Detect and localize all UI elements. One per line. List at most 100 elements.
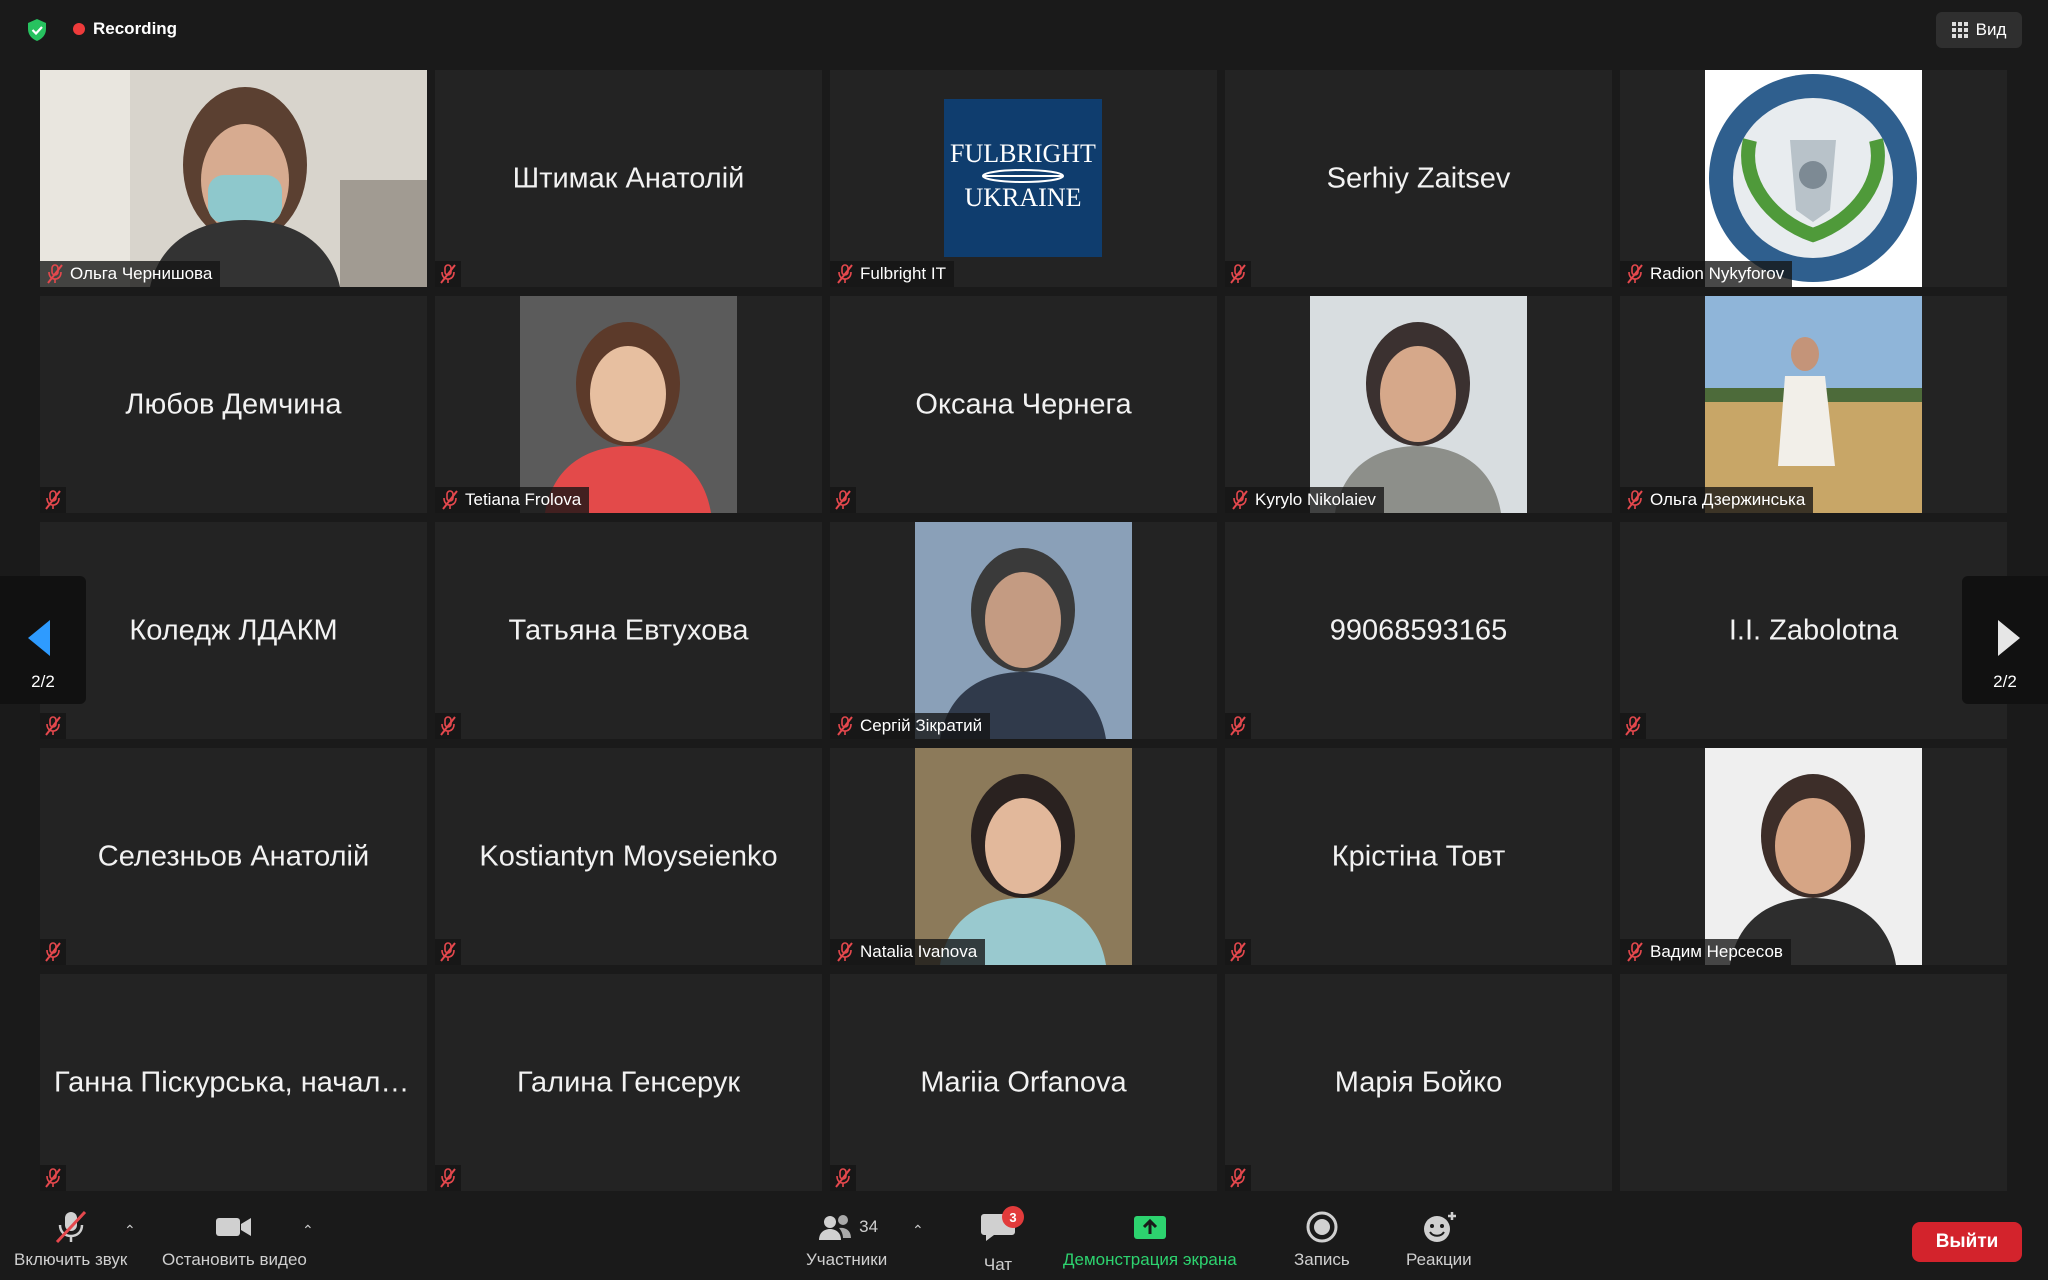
participant-name: I.I. Zabolotna	[1728, 614, 1899, 646]
participant-tile[interactable]: 99068593165	[1225, 522, 1612, 739]
muted-microphone-icon	[835, 490, 851, 510]
recording-label: Recording	[93, 19, 178, 38]
participant-mute-indicator	[435, 939, 461, 965]
participant-tile[interactable]: Галина Генсерук	[435, 974, 822, 1191]
participant-video-frame	[1620, 296, 2007, 513]
participant-tile[interactable]: Ганна Піскурська, началь...	[40, 974, 427, 1191]
muted-microphone-icon	[47, 264, 63, 284]
participant-tile[interactable]: Вадим Нерсесов	[1620, 748, 2007, 965]
participant-name: 99068593165	[1329, 614, 1508, 646]
video-options-chevron-icon[interactable]: ⌃	[302, 1222, 314, 1239]
participant-mute-indicator	[40, 487, 66, 513]
participant-video-frame	[435, 296, 822, 513]
unmute-button[interactable]: Включить звук	[14, 1210, 127, 1270]
participants-icon	[819, 1215, 852, 1240]
reactions-label: Реакции	[1406, 1250, 1472, 1269]
share-screen-button[interactable]: Демонстрация экрана	[1063, 1210, 1237, 1270]
muted-microphone-icon	[1230, 716, 1246, 736]
participant-tile[interactable]: Крістіна Товт	[1225, 748, 1612, 965]
participant-name: Natalia Ivanova	[860, 942, 978, 961]
participant-tile[interactable]: Сергій Зікратий	[830, 522, 1217, 739]
participant-tile[interactable]: Ольга Чернишова	[40, 70, 427, 287]
participant-mute-indicator	[435, 713, 461, 739]
participant-name: Любов Демчина	[125, 388, 342, 420]
participant-tile[interactable]: Kyrylo Nikolaiev	[1225, 296, 1612, 513]
participant-name: Вадим Нерсесов	[1650, 942, 1783, 961]
participant-name: Serhiy Zaitsev	[1326, 162, 1511, 194]
participants-options-chevron-icon[interactable]: ⌃	[912, 1222, 924, 1239]
participant-video-frame	[40, 70, 427, 287]
audio-options-chevron-icon[interactable]: ⌃	[124, 1222, 136, 1239]
muted-microphone-icon	[1230, 264, 1246, 284]
participant-video-frame	[1225, 296, 1612, 513]
muted-microphone-icon	[1625, 716, 1641, 736]
participant-name: Fulbright IT	[860, 264, 946, 283]
muted-microphone-icon	[1232, 490, 1248, 510]
participant-tile[interactable]: Mariia Orfanova	[830, 974, 1217, 1191]
muted-microphone-icon	[1230, 1168, 1246, 1188]
participant-tile[interactable]: Коледж ЛДАКМ	[40, 522, 427, 739]
participant-video-frame	[1620, 748, 2007, 965]
participant-tile[interactable]: I.I. Zabolotna	[1620, 522, 2007, 739]
participant-name-label: Natalia Ivanova	[830, 939, 986, 965]
grid-view-icon	[1951, 22, 1968, 38]
stop-video-button[interactable]: Остановить видео	[162, 1210, 307, 1270]
participant-tile[interactable]: Ольга Дзержинська	[1620, 296, 2007, 513]
participant-tile[interactable]: Штимак Анатолій	[435, 70, 822, 287]
participant-name: Оксана Чернега	[915, 388, 1132, 420]
meeting-toolbar: Включить звук ⌃ Остановить видео ⌃ 34 Уч…	[0, 1200, 2048, 1280]
previous-page-button[interactable]: 2/2	[0, 576, 86, 704]
participant-tile[interactable]: Татьяна Евтухова	[435, 522, 822, 739]
participant-tile[interactable]: Natalia Ivanova	[830, 748, 1217, 965]
participant-video-frame	[830, 522, 1217, 739]
next-page-button[interactable]: 2/2	[1962, 576, 2048, 704]
participant-name: Штимак Анатолій	[512, 162, 745, 194]
participant-tile[interactable]: Селезньов Анатолій	[40, 748, 427, 965]
participant-mute-indicator	[1225, 261, 1251, 287]
participant-tile[interactable]: Kostiantyn Moyseienko	[435, 748, 822, 965]
participant-tile[interactable]: Любов Демчина	[40, 296, 427, 513]
record-label: Запись	[1294, 1250, 1350, 1269]
participant-tile[interactable]: FULBRIGHT UKRAINE Fulbright IT	[830, 70, 1217, 287]
participant-mute-indicator	[40, 939, 66, 965]
participant-name: Kostiantyn Moyseienko	[479, 840, 778, 872]
participant-tile[interactable]: Tetiana Frolova	[435, 296, 822, 513]
muted-microphone-icon	[1627, 264, 1643, 284]
muted-microphone-icon	[837, 942, 853, 962]
fulbright-logo-text-bottom: UKRAINE	[965, 183, 1082, 212]
recording-indicator[interactable]: Recording	[73, 16, 177, 42]
participant-mute-indicator	[435, 1165, 461, 1191]
security-shield-icon[interactable]	[26, 18, 48, 42]
participant-tile[interactable]: Марія Бойко	[1225, 974, 1612, 1191]
participant-name: Сергій Зікратий	[860, 716, 983, 735]
muted-microphone-icon	[837, 716, 853, 736]
leave-meeting-button[interactable]: Выйти	[1912, 1222, 2022, 1262]
arrow-right-icon	[1998, 620, 2020, 656]
muted-microphone-icon	[440, 264, 456, 284]
participant-video-frame	[830, 748, 1217, 965]
participant-name-label: Kyrylo Nikolaiev	[1225, 487, 1384, 513]
participant-tile[interactable]: Radion Nykyforov	[1620, 70, 2007, 287]
reactions-smiley-icon	[1423, 1212, 1456, 1242]
chat-button[interactable]: 3 Чат	[978, 1206, 1024, 1275]
arrow-left-icon	[28, 620, 50, 656]
stop-video-label: Остановить видео	[162, 1250, 307, 1269]
record-button[interactable]: Запись	[1294, 1210, 1350, 1270]
gallery-grid: Ольга Чернишова Штимак Анатолій FULBRIGHT U…	[40, 70, 2008, 1191]
participant-mute-indicator	[830, 1165, 856, 1191]
reactions-button[interactable]: Реакции	[1406, 1210, 1472, 1270]
participant-mute-indicator	[40, 713, 66, 739]
participant-tile[interactable]: Оксана Чернега	[830, 296, 1217, 513]
participant-name-label: Сергій Зікратий	[830, 713, 991, 739]
participants-button[interactable]: 34 Участники	[806, 1210, 887, 1270]
participant-name-label: Ольга Чернишова	[40, 261, 221, 287]
video-camera-icon	[216, 1218, 252, 1236]
view-button[interactable]: Вид	[1936, 12, 2022, 48]
muted-microphone-icon	[45, 490, 61, 510]
page-indicator-left: 2/2	[31, 672, 55, 691]
unmute-label: Включить звук	[14, 1250, 128, 1269]
muted-microphone-icon	[835, 1168, 851, 1188]
muted-microphone-icon	[45, 716, 61, 736]
participant-mute-indicator	[1225, 1165, 1251, 1191]
participant-tile[interactable]: Serhiy Zaitsev	[1225, 70, 1612, 287]
